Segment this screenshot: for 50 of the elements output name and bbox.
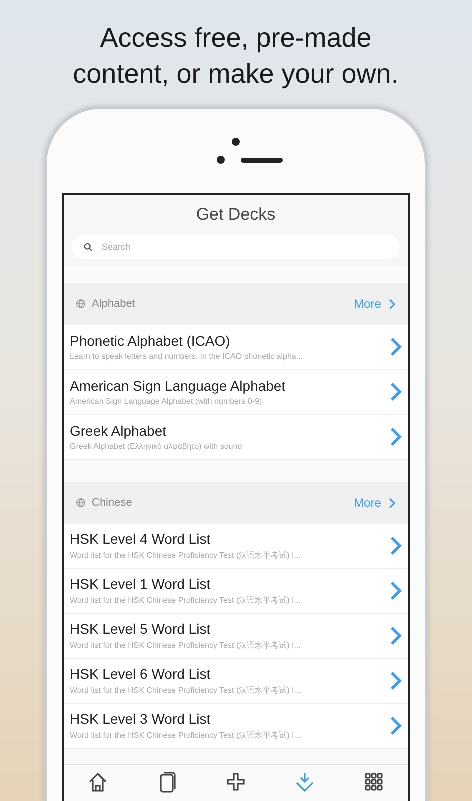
deck-description: Word list for the HSK Chinese Proficiency Test (汉语水平考试) I... [70,640,302,651]
deck-title: American Sign Language Alphabet [70,378,287,394]
section-name: Chinese [92,497,134,509]
deck-title: HSK Level 6 Word List [70,666,212,682]
search-icon [84,243,93,252]
headline: Access free, pre-made content, or make your own. [72,22,400,91]
chevron-icon [390,671,402,691]
chevron-icon [390,581,402,601]
chevron-icon [390,626,402,646]
deck-description: Word list for the HSK Chinese Proficiency Test (汉语水平考试) I... [70,685,302,696]
deck-description: Greek Alphabet (Ελληνικό αλφάβητο) with sound [70,442,244,451]
deck-row[interactable]: Greek Alphabet Greek Alphabet (Ελληνικό αλφάβητο) with sound [64,415,408,460]
deck-row[interactable]: HSK Level 5 Word List Word list for the HSK Chinese Proficiency Test (汉语水平考试) I... [64,614,408,659]
deck-row[interactable]: HSK Level 4 Word List Word list for the HSK Chinese Proficiency Test (汉语水平考试) I... [64,524,408,569]
deck-row[interactable]: HSK Level 1 Word List Word list for the HSK Chinese Proficiency Test (汉语水平考试) I... [64,569,408,614]
deck-description: Learn to speak letters and numbers. In the ICAO phonetic alpha... [70,352,304,361]
deck-description: Word list for the HSK Chinese Proficiency Test (汉语水平考试) I... [70,595,302,606]
chevron-icon [390,427,402,447]
deck-title: HSK Level 3 Word List [70,711,212,727]
home-icon [87,771,110,793]
deck-description: American Sign Language Alphabet (with numbers 0-9) [70,397,264,406]
globe-icon [76,498,86,508]
chevron-icon [390,382,402,402]
deck-description: Word list for the HSK Chinese Proficiency Test (汉语水平考试) I... [70,550,302,561]
deck-row[interactable]: HSK Level 3 Word List Word list for the HSK Chinese Proficiency Test (汉语水平考试) I... [64,704,408,749]
cards-icon [158,771,176,793]
chevron-icon [390,716,402,736]
deck-title: HSK Level 4 Word List [70,531,212,547]
camera-dot [232,138,240,146]
sensor-dot [217,156,225,164]
deck-title: Phonetic Alphabet (ICAO) [70,333,232,349]
globe-icon [76,299,86,309]
plus-icon [224,771,247,793]
speaker-slot [241,158,283,162]
chevron-icon [390,536,402,556]
deck-row[interactable]: Phonetic Alphabet (ICAO) Learn to speak letters and numbers. In the ICAO phonetic alpha... [64,325,408,370]
deck-description: Word list for the HSK Chinese Proficiency Test (汉语水平考试) I... [70,730,302,741]
download-tray-icon [294,771,316,793]
section-name: Alphabet [92,298,136,310]
search-field[interactable]: Search [72,235,400,259]
chevron-icon [389,298,396,310]
screen-title: Get Decks [196,205,276,225]
chevron-icon [390,337,402,357]
deck-row[interactable]: HSK Level 6 Word List Word list for the HSK Chinese Proficiency Test (汉语水平考试) I... [64,659,408,704]
grid-icon [362,771,385,793]
deck-row[interactable]: American Sign Language Alphabet American Sign Language Alphabet (with numbers 0-9) [64,370,408,415]
deck-title: HSK Level 1 Word List [70,576,212,592]
chevron-icon [389,498,396,508]
deck-title: HSK Level 5 Word List [70,621,212,637]
deck-title: Greek Alphabet [70,423,168,439]
